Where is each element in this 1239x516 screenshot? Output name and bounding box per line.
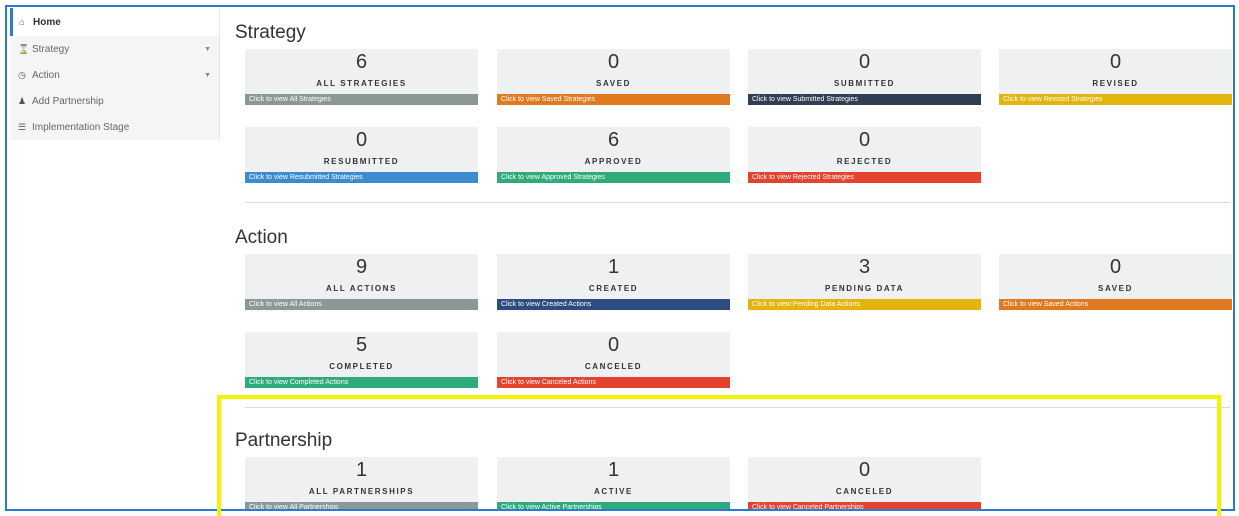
section-title-strategy: Strategy xyxy=(235,22,306,43)
divider xyxy=(245,407,1230,408)
stat-card-canceled: 0 CANCELED Click to view Canceled Partners… xyxy=(748,457,981,509)
caret-down-icon: ▼ xyxy=(204,71,211,79)
stat-count: 0 xyxy=(858,129,871,151)
stat-card-completed: 5 COMPLETED Click to view Completed Action… xyxy=(245,332,478,388)
stat-card-canceled: 0 CANCELED Click to view Canceled Actions xyxy=(497,332,730,388)
stat-label: PENDING DATA xyxy=(825,284,904,293)
stat-count: 1 xyxy=(607,256,620,278)
stat-label: ALL PARTNERSHIPS xyxy=(308,487,415,496)
stat-count: 5 xyxy=(355,334,368,356)
view-link[interactable]: Click to view Completed Actions xyxy=(245,377,478,388)
view-link[interactable]: Click to view All Partnerships xyxy=(245,502,478,509)
sidebar-item-action[interactable]: ◷ Action ▼ xyxy=(10,62,219,88)
stat-label: COMPLETED xyxy=(329,362,394,371)
caret-down-icon: ▼ xyxy=(204,45,211,53)
stat-card-submitted: 0 SUBMITTED Click to view Submitted Strate… xyxy=(748,49,981,105)
view-link[interactable]: Click to view Created Actions xyxy=(497,299,730,310)
view-link[interactable]: Click to view Revised Strategies xyxy=(999,94,1232,105)
stat-card-pending-data: 3 PENDING DATA Click to view Pending Data … xyxy=(748,254,981,310)
stat-count: 0 xyxy=(1109,51,1122,73)
stat-card-rejected: 0 REJECTED Click to view Rejected Strategi… xyxy=(748,127,981,183)
stat-card-active: 1 ACTIVE Click to view Active Partnerships xyxy=(497,457,730,509)
sidebar-item-add-partnership[interactable]: ♟ Add Partnership xyxy=(10,88,219,114)
sidebar-item-label: Home xyxy=(33,16,61,28)
view-link[interactable]: Click to view Submitted Strategies xyxy=(748,94,981,105)
view-link[interactable]: Click to view Canceled Actions xyxy=(497,377,730,388)
stat-label: SAVED xyxy=(596,79,631,88)
stat-label: APPROVED xyxy=(584,157,643,166)
list-icon: ☰ xyxy=(18,121,27,132)
stat-card-saved: 0 SAVED Click to view Saved Actions xyxy=(999,254,1232,310)
sidebar-item-label: Strategy xyxy=(32,43,70,55)
stat-card-all-actions: 9 ALL ACTIONS Click to view All Actions xyxy=(245,254,478,310)
stat-card-saved: 0 SAVED Click to view Saved Strategies xyxy=(497,49,730,105)
view-link[interactable]: Click to view Pending Data Actions xyxy=(748,299,981,310)
sidebar-item-strategy[interactable]: ⌛ Strategy ▼ xyxy=(10,36,219,62)
app-window: ⌂ Home ⌛ Strategy ▼ ◷ Action ▼ ♟ Add Par… xyxy=(5,5,1235,511)
hourglass-icon: ⌛ xyxy=(18,43,30,54)
stat-label: REJECTED xyxy=(836,157,893,166)
stat-label: CANCELED xyxy=(584,362,643,371)
stat-label: ALL ACTIONS xyxy=(326,284,397,293)
stat-count: 0 xyxy=(607,334,620,356)
stat-count: 3 xyxy=(858,256,871,278)
section-title-action: Action xyxy=(235,227,288,248)
sidebar-item-label: Add Partnership xyxy=(32,95,104,107)
view-link[interactable]: Click to view All Actions xyxy=(245,299,478,310)
view-link[interactable]: Click to view Canceled Partnerships xyxy=(748,502,981,509)
stat-label: CREATED xyxy=(588,284,639,293)
sidebar-item-label: Action xyxy=(32,69,60,81)
view-link[interactable]: Click to view Saved Actions xyxy=(999,299,1232,310)
view-link[interactable]: Click to view All Strategies xyxy=(245,94,478,105)
stat-label: SUBMITTED xyxy=(833,79,896,88)
stat-count: 1 xyxy=(607,459,620,481)
stat-label: SAVED xyxy=(1098,284,1133,293)
stat-count: 6 xyxy=(355,51,368,73)
view-link[interactable]: Click to view Rejected Strategies xyxy=(748,172,981,183)
stat-card-revised: 0 REVISED Click to view Revised Strategies xyxy=(999,49,1232,105)
view-link[interactable]: Click to view Approved Strategies xyxy=(497,172,730,183)
stat-count: 1 xyxy=(355,459,368,481)
stat-label: ALL STRATEGIES xyxy=(316,79,407,88)
sidebar-item-home[interactable]: ⌂ Home xyxy=(10,8,219,36)
stat-count: 6 xyxy=(607,129,620,151)
stat-count: 0 xyxy=(355,129,368,151)
sidebar-item-implementation-stage[interactable]: ☰ Implementation Stage xyxy=(10,114,219,140)
stat-card-approved: 6 APPROVED Click to view Approved Strategi… xyxy=(497,127,730,183)
stat-count: 0 xyxy=(607,51,620,73)
stat-card-all-partnerships: 1 ALL PARTNERSHIPS Click to view All Partn… xyxy=(245,457,478,509)
stat-count: 0 xyxy=(858,459,871,481)
stat-label: CANCELED xyxy=(835,487,894,496)
stat-count: 0 xyxy=(858,51,871,73)
stat-card-resubmitted: 0 RESUBMITTED Click to view Resubmitted St… xyxy=(245,127,478,183)
section-title-partnership: Partnership xyxy=(235,430,333,451)
home-icon: ⌂ xyxy=(19,17,25,27)
stat-label: REVISED xyxy=(1092,79,1139,88)
view-link[interactable]: Click to view Active Partnerships xyxy=(497,502,730,509)
stat-count: 9 xyxy=(355,256,368,278)
stat-card-all-strategies: 6 ALL STRATEGIES Click to view All Strateg… xyxy=(245,49,478,105)
stat-label: RESUBMITTED xyxy=(323,157,400,166)
stat-label: ACTIVE xyxy=(594,487,633,496)
view-link[interactable]: Click to view Resubmitted Strategies xyxy=(245,172,478,183)
sidebar: ⌂ Home ⌛ Strategy ▼ ◷ Action ▼ ♟ Add Par… xyxy=(10,8,220,140)
view-link[interactable]: Click to view Saved Strategies xyxy=(497,94,730,105)
sidebar-item-label: Implementation Stage xyxy=(32,121,130,133)
stat-card-created: 1 CREATED Click to view Created Actions xyxy=(497,254,730,310)
user-icon: ♟ xyxy=(18,95,27,106)
clock-icon: ◷ xyxy=(18,69,26,80)
stat-count: 0 xyxy=(1109,256,1122,278)
divider xyxy=(245,202,1230,203)
